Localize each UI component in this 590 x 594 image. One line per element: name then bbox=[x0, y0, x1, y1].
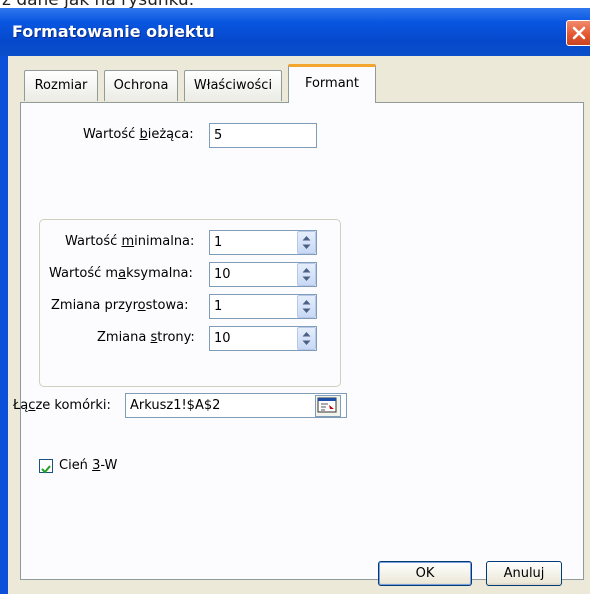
shadow-3d-label: Cień 3-W bbox=[59, 458, 118, 473]
page-change-label: Zmiana strony: bbox=[97, 330, 195, 345]
spin-up-down-icon bbox=[302, 332, 311, 345]
current-value-input[interactable]: 5 bbox=[209, 123, 317, 148]
max-value-label: Wartość maksymalna: bbox=[49, 266, 193, 281]
range-picker-button[interactable] bbox=[315, 395, 341, 417]
spin-up-down-icon bbox=[302, 300, 311, 313]
tab-label: Właściwości bbox=[193, 78, 273, 93]
close-icon bbox=[572, 26, 586, 40]
cell-link-input[interactable]: Arkusz1!$A$2 bbox=[125, 393, 347, 418]
shadow-3d-checkbox[interactable] bbox=[39, 459, 53, 474]
tab-rozmiar[interactable]: Rozmiar bbox=[24, 70, 98, 101]
dialog-title: Formatowanie obiektu bbox=[12, 22, 215, 41]
cell-link-label: Łącze komórki: bbox=[13, 398, 111, 413]
increment-spinner[interactable] bbox=[297, 295, 316, 318]
min-value-label: Wartość minimalna: bbox=[65, 234, 195, 249]
title-bar[interactable]: Formatowanie obiektu bbox=[0, 8, 590, 56]
tab-ochrona[interactable]: Ochrona bbox=[104, 70, 178, 101]
ok-button[interactable]: OK bbox=[378, 561, 472, 586]
tab-panel-formant: Wartość bieżąca: 5 Wartość minimalna: 1 … bbox=[13, 102, 584, 580]
tab-label: Formant bbox=[304, 76, 360, 91]
spin-up-down-icon bbox=[302, 236, 311, 249]
dialog-window: Formatowanie obiektu Rozmiar Ochrona Wła… bbox=[0, 8, 590, 594]
max-value-spinner[interactable] bbox=[297, 263, 316, 286]
tab-wlasciwosci[interactable]: Właściwości bbox=[184, 70, 282, 101]
tab-label: Ochrona bbox=[113, 78, 169, 93]
tab-formant[interactable]: Formant bbox=[288, 64, 376, 103]
increment-label: Zmiana przyrostowa: bbox=[51, 298, 189, 313]
cancel-button[interactable]: Anuluj bbox=[486, 561, 562, 586]
current-value-label: Wartość bieżąca: bbox=[83, 127, 194, 142]
tab-label: Rozmiar bbox=[34, 78, 88, 93]
spin-up-down-icon bbox=[302, 268, 311, 281]
collapse-dialog-icon bbox=[317, 397, 337, 413]
dialog-client-area: Rozmiar Ochrona Właściwości Formant Wart… bbox=[8, 56, 590, 594]
page-change-spinner[interactable] bbox=[297, 327, 316, 350]
close-button[interactable] bbox=[566, 20, 590, 46]
min-value-spinner[interactable] bbox=[297, 231, 316, 254]
checkmark-icon bbox=[41, 465, 51, 474]
